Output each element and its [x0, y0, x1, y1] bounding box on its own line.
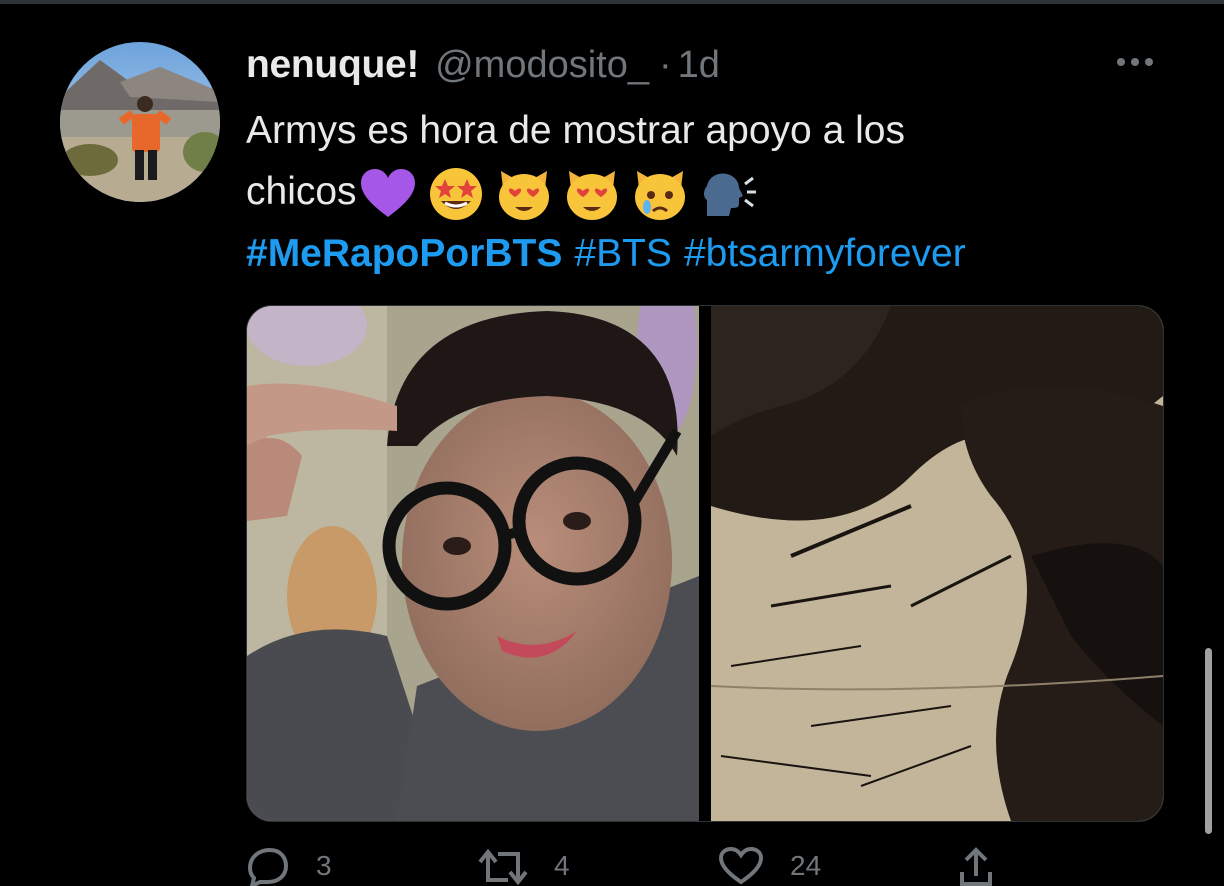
- like-button[interactable]: 24: [718, 846, 821, 886]
- display-name[interactable]: nenuque!: [246, 43, 419, 87]
- share-icon: [960, 847, 992, 886]
- separator: ·: [659, 43, 672, 86]
- tweet-header: nenuque! @modosito_ · 1d: [246, 40, 720, 90]
- tweet-text-word: chicos: [246, 170, 357, 213]
- tweet-actions: 3 4 24: [246, 846, 1046, 886]
- hashtags-line: #MeRapoPorBTS #BTS #btsarmyforever: [246, 223, 1186, 284]
- heart-eyes-cat-icon: [566, 170, 617, 220]
- purple-heart-icon: [360, 168, 415, 217]
- tweet-text-line-2: chicos: [246, 161, 1186, 223]
- tweet-media-grid: [246, 305, 1164, 822]
- media-photo-selfie[interactable]: [247, 306, 699, 821]
- heart-icon: [718, 846, 764, 885]
- reply-count: 3: [316, 850, 332, 881]
- media-photo-cut-hair[interactable]: [711, 306, 1163, 821]
- star-struck-icon: [429, 167, 482, 220]
- emoji-row: [359, 165, 769, 223]
- heart-eyes-cat-icon: [498, 170, 549, 220]
- retweet-count: 4: [554, 850, 570, 881]
- top-divider: [0, 0, 1224, 4]
- tweet-text: Armys es hora de mostrar apoyo a los chi…: [246, 100, 1186, 284]
- hashtag-link[interactable]: #BTS: [574, 232, 672, 275]
- reply-button[interactable]: 3: [246, 846, 332, 886]
- timestamp[interactable]: 1d: [678, 44, 720, 87]
- reply-icon: [247, 847, 289, 886]
- hashtag-link[interactable]: #MeRapoPorBTS: [246, 232, 562, 275]
- avatar[interactable]: [60, 42, 220, 202]
- retweet-button[interactable]: 4: [478, 846, 570, 886]
- scrollbar-thumb[interactable]: [1205, 648, 1212, 834]
- tweet-text-line-1: Armys es hora de mostrar apoyo a los: [246, 109, 905, 152]
- share-button[interactable]: [958, 846, 994, 886]
- more-options-icon[interactable]: [1112, 48, 1158, 76]
- speaking-head-icon: [703, 173, 756, 216]
- avatar-image: [60, 42, 220, 202]
- like-count: 24: [790, 850, 822, 881]
- retweet-icon: [478, 848, 528, 886]
- user-handle[interactable]: @modosito_: [435, 44, 649, 87]
- crying-cat-icon: [634, 170, 685, 220]
- hashtag-link[interactable]: #btsarmyforever: [684, 232, 966, 275]
